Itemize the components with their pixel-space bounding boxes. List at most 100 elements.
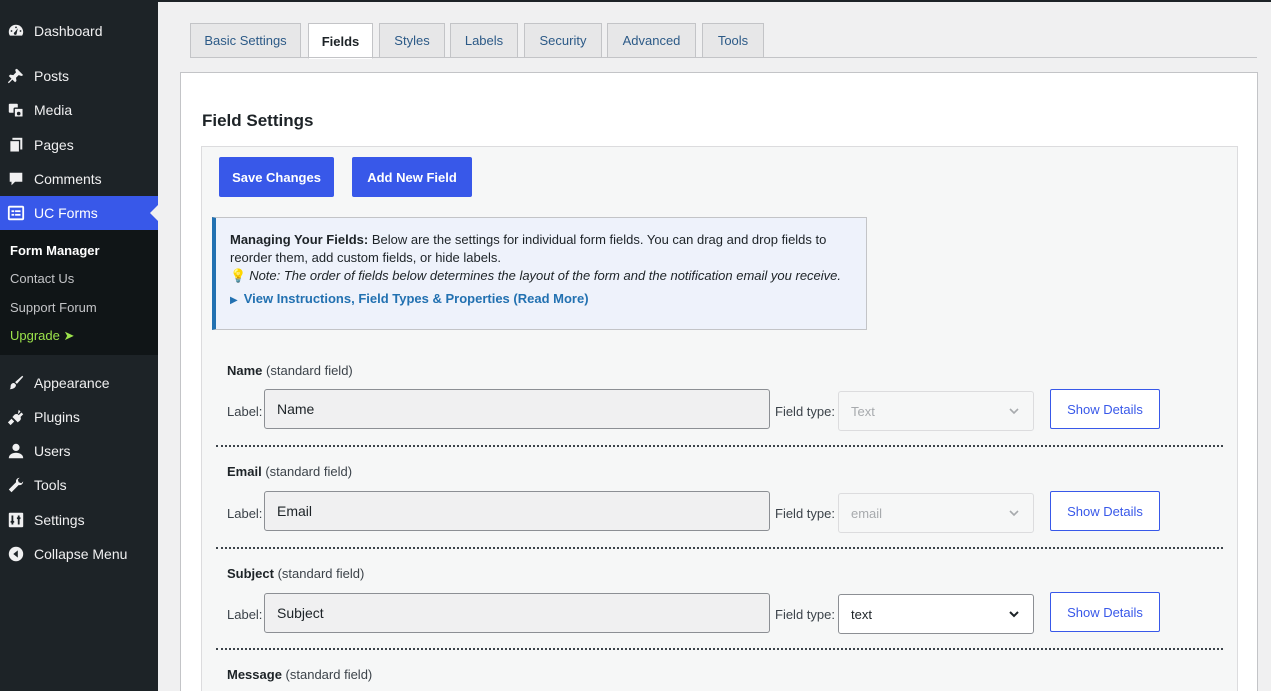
notice-text: Managing Your Fields: Below are the sett…: [230, 231, 852, 267]
collapse-icon: [6, 544, 26, 564]
menu-posts[interactable]: Posts: [0, 59, 158, 93]
menu-label: Settings: [34, 512, 85, 528]
wrench-icon: [6, 475, 26, 495]
admin-sidebar: Dashboard Posts Media Pages Comments UC …: [0, 0, 158, 691]
notice-heading: Managing Your Fields:: [230, 232, 369, 247]
show-details-button[interactable]: Show Details: [1050, 389, 1160, 429]
menu-label: Tools: [34, 477, 67, 493]
select-value: text: [851, 606, 872, 622]
menu-label: UC Forms: [34, 205, 98, 221]
field-heading: Subject (standard field): [227, 566, 364, 581]
tab-basic-settings[interactable]: Basic Settings: [190, 23, 301, 58]
menu-users[interactable]: Users: [0, 434, 158, 468]
field-tag: (standard field): [266, 363, 353, 378]
tab-fields[interactable]: Fields: [308, 23, 373, 59]
menu-dashboard[interactable]: Dashboard: [0, 14, 158, 48]
menu-label: Collapse Menu: [34, 546, 128, 562]
menu-label: Media: [34, 102, 73, 118]
field-type-caption: Field type:: [775, 404, 835, 419]
menu-pages[interactable]: Pages: [0, 128, 158, 162]
user-icon: [6, 441, 26, 461]
triangle-right-icon: ▶: [230, 295, 238, 306]
field-label-input[interactable]: Subject: [264, 593, 770, 633]
field-name: Email: [227, 464, 262, 479]
submenu-support-forum[interactable]: Support Forum: [10, 300, 97, 315]
field-divider: [216, 648, 1223, 650]
label-caption: Label:: [227, 607, 263, 622]
submenu-upgrade[interactable]: Upgrade ➤: [10, 328, 74, 344]
notice-note: 💡 Note: The order of fields below determi…: [230, 267, 852, 285]
field-label-input[interactable]: Name: [264, 389, 770, 429]
field-type-caption: Field type:: [775, 607, 835, 622]
submenu-form-manager[interactable]: Form Manager: [10, 243, 100, 258]
label-caption: Label:: [227, 506, 263, 521]
field-tag: (standard field): [265, 464, 353, 479]
field-divider: [216, 445, 1223, 447]
menu-tools[interactable]: Tools: [0, 468, 158, 502]
menu-media[interactable]: Media: [0, 93, 158, 127]
chevron-down-icon: [1009, 611, 1019, 618]
page-title: Field Settings: [202, 111, 314, 130]
pin-icon: [6, 66, 26, 86]
select-value: email: [851, 505, 883, 521]
dashboard-icon: [6, 21, 26, 41]
field-tag: (standard field): [285, 667, 373, 682]
field-type-select[interactable]: text: [838, 594, 1034, 634]
pages-icon: [6, 135, 26, 155]
field-label-input[interactable]: Email: [264, 491, 770, 531]
info-notice: Managing Your Fields: Below are the sett…: [212, 217, 867, 330]
menu-label: Comments: [34, 171, 102, 187]
menu-label: Users: [34, 443, 71, 459]
field-type-select[interactable]: Text: [838, 391, 1034, 431]
tab-styles[interactable]: Styles: [379, 23, 445, 58]
menu-appearance[interactable]: Appearance: [0, 366, 158, 400]
menu-label: Pages: [34, 137, 74, 153]
show-details-button[interactable]: Show Details: [1050, 592, 1160, 632]
submenu-contact-us[interactable]: Contact Us: [10, 271, 74, 286]
lightbulb-icon: 💡: [230, 268, 247, 283]
tab-advanced[interactable]: Advanced: [607, 23, 696, 58]
field-type-caption: Field type:: [775, 506, 835, 521]
paintbrush-icon: [6, 373, 26, 393]
notice-note-text: Note: The order of fields below determin…: [249, 268, 842, 283]
field-tag: (standard field): [277, 566, 365, 581]
select-value: Text: [851, 403, 875, 419]
field-name: Message: [227, 667, 282, 682]
chevron-down-icon: [1009, 408, 1019, 415]
fields-container: Save Changes Add New Field Managing Your…: [201, 146, 1238, 691]
save-changes-button[interactable]: Save Changes: [219, 157, 334, 197]
field-name: Name: [227, 363, 263, 378]
read-more-text: View Instructions, Field Types & Propert…: [243, 291, 589, 306]
show-details-button[interactable]: Show Details: [1050, 491, 1160, 531]
menu-label: Appearance: [34, 375, 110, 391]
menu-collapse[interactable]: Collapse Menu: [0, 537, 158, 571]
field-name: Subject: [227, 566, 274, 581]
settings-icon: [6, 510, 26, 530]
tabs-divider: [190, 57, 1257, 58]
plugin-icon: [6, 407, 26, 427]
tab-labels[interactable]: Labels: [450, 23, 518, 58]
add-new-field-button[interactable]: Add New Field: [352, 157, 472, 197]
menu-settings[interactable]: Settings: [0, 503, 158, 537]
menu-uc-forms[interactable]: UC Forms: [0, 196, 158, 230]
field-divider: [216, 547, 1223, 549]
tab-security[interactable]: Security: [524, 23, 602, 58]
forms-icon: [6, 203, 26, 223]
settings-panel: Field Settings Save Changes Add New Fiel…: [180, 72, 1258, 691]
menu-plugins[interactable]: Plugins: [0, 400, 158, 434]
label-caption: Label:: [227, 404, 263, 419]
menu-comments[interactable]: Comments: [0, 162, 158, 196]
main-content: Basic Settings Fields Styles Labels Secu…: [158, 0, 1271, 691]
comment-icon: [6, 169, 26, 189]
field-heading: Name (standard field): [227, 363, 353, 378]
field-heading: Email (standard field): [227, 464, 352, 479]
tab-tools[interactable]: Tools: [702, 23, 764, 58]
field-heading: Message (standard field): [227, 667, 372, 682]
menu-label: Posts: [34, 68, 70, 84]
uc-forms-submenu: Form Manager Contact Us Support Forum Up…: [0, 230, 158, 355]
admin-bar-edge: [158, 0, 1271, 2]
media-icon: [6, 100, 26, 120]
menu-label: Dashboard: [34, 23, 103, 39]
field-type-select[interactable]: email: [838, 493, 1034, 533]
read-more-link[interactable]: ▶ View Instructions, Field Types & Proper…: [230, 290, 852, 310]
